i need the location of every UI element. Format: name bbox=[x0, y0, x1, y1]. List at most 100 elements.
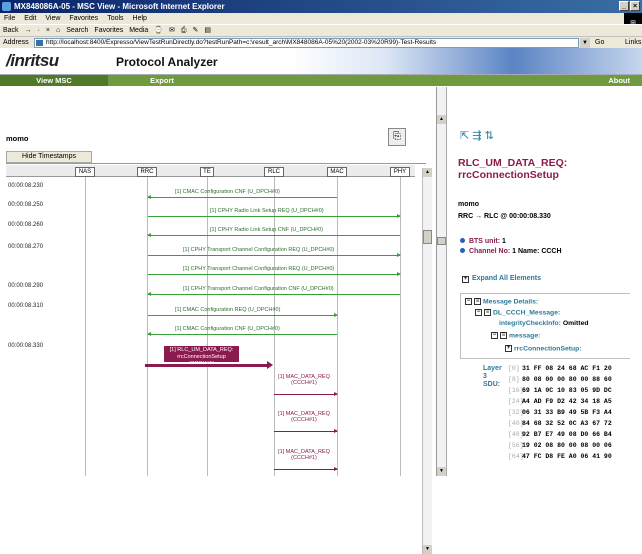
message-arrow[interactable] bbox=[147, 233, 400, 237]
detail-route: RRC → RLC @ 00:00:08.330 bbox=[458, 213, 551, 220]
scroll-thumb[interactable] bbox=[423, 230, 432, 244]
entity-phy: PHY bbox=[390, 167, 410, 177]
msc-pane: momo ⎘ Hide Timestamps NAS RRC TE RLC MA… bbox=[0, 87, 437, 554]
discuss-button[interactable]: ▤ bbox=[204, 25, 211, 36]
msc-scrollbar[interactable]: ▲ ▼ bbox=[422, 168, 432, 554]
bts-label: BTS unit: bbox=[468, 238, 501, 245]
pin-icon[interactable]: ⇱ bbox=[460, 130, 469, 142]
address-bar: Address http://localhost:8400/Expresso/V… bbox=[0, 36, 642, 48]
menu-view[interactable]: View bbox=[45, 13, 60, 24]
pane-scrollbar[interactable]: ▲ ▼ bbox=[437, 87, 447, 476]
session-tools-icon[interactable]: ⎘ bbox=[388, 128, 406, 146]
entity-rrc: RRC bbox=[137, 167, 157, 177]
expand-all-button[interactable]: + Expand All Elements bbox=[462, 275, 541, 283]
mac-message-label[interactable]: [1] MAC_DATA_REQ (CCCH#1) bbox=[274, 374, 334, 386]
detail-session: momo bbox=[458, 201, 479, 208]
edit-button[interactable]: ✎ bbox=[193, 25, 199, 36]
timestamp: 00:00:08.270 bbox=[8, 244, 44, 250]
sort-icon[interactable]: ⇅ bbox=[485, 130, 494, 142]
mac-message-arrow[interactable] bbox=[274, 392, 338, 396]
mac-message-arrow[interactable] bbox=[274, 429, 338, 433]
mac-message-label[interactable]: [1] MAC_DATA_REQ (CCCH#1) bbox=[274, 449, 334, 461]
app-nav: View MSC Export About bbox=[0, 75, 642, 86]
hex-row: [64]47 FC D8 FE A0 06 41 90 bbox=[508, 453, 612, 460]
selected-message[interactable]: [1] RLC_UM_DATA_REQ: rrcConnectionSetup … bbox=[164, 346, 239, 367]
back-button[interactable]: Back bbox=[3, 25, 19, 36]
channel-label: Channel No: bbox=[468, 248, 511, 255]
lifeline-rrc bbox=[147, 177, 148, 476]
minimize-button[interactable]: _ bbox=[619, 1, 629, 11]
message-arrow[interactable] bbox=[148, 214, 401, 218]
close-button[interactable]: × bbox=[630, 1, 640, 11]
bts-value: 1 bbox=[502, 238, 506, 245]
tree-node-message[interactable]: − ≡ message: bbox=[491, 332, 540, 339]
message-label[interactable]: [1] CMAC Configuration CNF (U_DPCH#0) bbox=[175, 326, 280, 332]
lifeline-phy bbox=[400, 177, 401, 476]
scroll-up-icon[interactable]: ▲ bbox=[423, 168, 432, 177]
hex-row: [0] 31 FF 08 24 68 AC F1 20 bbox=[508, 365, 612, 372]
go-button[interactable]: Go bbox=[595, 37, 604, 48]
collapse-icon[interactable]: − bbox=[491, 332, 498, 339]
tree-node-dl-ccch[interactable]: − ≡ DL_CCCH_Message: bbox=[475, 309, 560, 316]
collapse-icon[interactable]: − bbox=[475, 309, 482, 316]
tab-export[interactable]: Export bbox=[108, 75, 216, 86]
hex-row: [56]19 02 08 80 00 08 00 06 bbox=[508, 442, 612, 449]
expand-all-label: Expand All Elements bbox=[472, 275, 541, 282]
media-button[interactable]: Media bbox=[129, 25, 148, 36]
window-title: MX848086A-05 - MSC View - Microsoft Inte… bbox=[14, 2, 225, 11]
hex-row: [40]84 68 32 52 0C A3 67 72 bbox=[508, 420, 612, 427]
selected-message-arrow[interactable] bbox=[145, 361, 273, 369]
window-title-bar: MX848086A-05 - MSC View - Microsoft Inte… bbox=[0, 0, 642, 13]
address-dropdown-icon[interactable]: ▼ bbox=[580, 38, 590, 48]
tree-node-rrc-connection-setup[interactable]: + rrcConnectionSetup: bbox=[505, 345, 582, 352]
message-label[interactable]: [1] CMAC Configuration CNF (U_DPCH#0) bbox=[175, 189, 280, 195]
menu-edit[interactable]: Edit bbox=[24, 13, 36, 24]
message-arrow[interactable] bbox=[148, 313, 338, 317]
menu-tools[interactable]: Tools bbox=[107, 13, 123, 24]
message-label[interactable]: [1] CPHY Transport Channel Configuration… bbox=[183, 247, 334, 253]
scroll-down-icon[interactable]: ▼ bbox=[423, 545, 432, 554]
forward-button[interactable]: → bbox=[25, 25, 32, 36]
timestamp: 00:00:08.310 bbox=[8, 303, 44, 309]
menu-file[interactable]: File bbox=[4, 13, 15, 24]
stop-button[interactable]: × bbox=[46, 25, 50, 36]
scroll-up-icon[interactable]: ▲ bbox=[437, 115, 446, 124]
scroll-thumb[interactable] bbox=[437, 237, 446, 245]
message-arrow[interactable] bbox=[148, 272, 401, 276]
entity-te: TE bbox=[200, 167, 214, 177]
message-arrow[interactable] bbox=[147, 195, 337, 199]
menu-help[interactable]: Help bbox=[133, 13, 147, 24]
message-arrow[interactable] bbox=[148, 253, 401, 257]
tree-node-message-details[interactable]: − ≡ Message Details: bbox=[465, 298, 538, 305]
message-arrow[interactable] bbox=[147, 332, 337, 336]
scroll-down-icon[interactable]: ▼ bbox=[437, 467, 446, 476]
favorites-button[interactable]: Favorites bbox=[94, 25, 123, 36]
entity-rlc: RLC bbox=[264, 167, 284, 177]
expand-icon[interactable]: + bbox=[505, 345, 512, 352]
timestamp: 00:00:08.230 bbox=[8, 183, 44, 189]
message-label[interactable]: [1] CMAC Configuration REQ (U_DPCH#0) bbox=[175, 307, 280, 313]
message-label[interactable]: [1] CPHY Transport Channel Configuration… bbox=[183, 286, 334, 292]
mac-message-label[interactable]: [1] MAC_DATA_REQ (CCCH#1) bbox=[274, 411, 334, 423]
collapse-icon[interactable]: − bbox=[465, 298, 472, 305]
page-icon bbox=[36, 40, 43, 46]
menu-favorites[interactable]: Favorites bbox=[69, 13, 98, 24]
mail-button[interactable]: ✉ bbox=[169, 25, 175, 36]
print-button[interactable]: ⎙ bbox=[181, 25, 187, 36]
message-arrow[interactable] bbox=[147, 292, 400, 296]
links-button[interactable]: Links bbox=[625, 37, 641, 48]
message-label[interactable]: [1] CPHY Radio Link Setup REQ (U_DPCH#0) bbox=[210, 208, 324, 214]
detail-title: RLC_UM_DATA_REQ: rrcConnectionSetup bbox=[458, 157, 568, 181]
history-button[interactable]: ⌚ bbox=[154, 25, 163, 36]
sdu-label: Layer 3 SDU: bbox=[483, 365, 502, 388]
navigate-icon[interactable]: ⇶ bbox=[472, 130, 481, 142]
tab-view-msc[interactable]: View MSC bbox=[0, 75, 108, 86]
hide-timestamps-button[interactable]: Hide Timestamps bbox=[6, 151, 92, 163]
tab-about[interactable]: About bbox=[608, 75, 642, 86]
search-button[interactable]: Search bbox=[66, 25, 88, 36]
message-label[interactable]: [1] CPHY Radio Link Setup CNF (U_DPCH#0) bbox=[210, 227, 323, 233]
address-input[interactable]: http://localhost:8400/Expresso/ViewTestR… bbox=[34, 38, 579, 48]
message-label[interactable]: [1] CPHY Transport Channel Configuration… bbox=[183, 266, 334, 272]
mac-message-arrow[interactable] bbox=[274, 467, 338, 471]
home-button[interactable]: ⌂ bbox=[56, 25, 60, 36]
